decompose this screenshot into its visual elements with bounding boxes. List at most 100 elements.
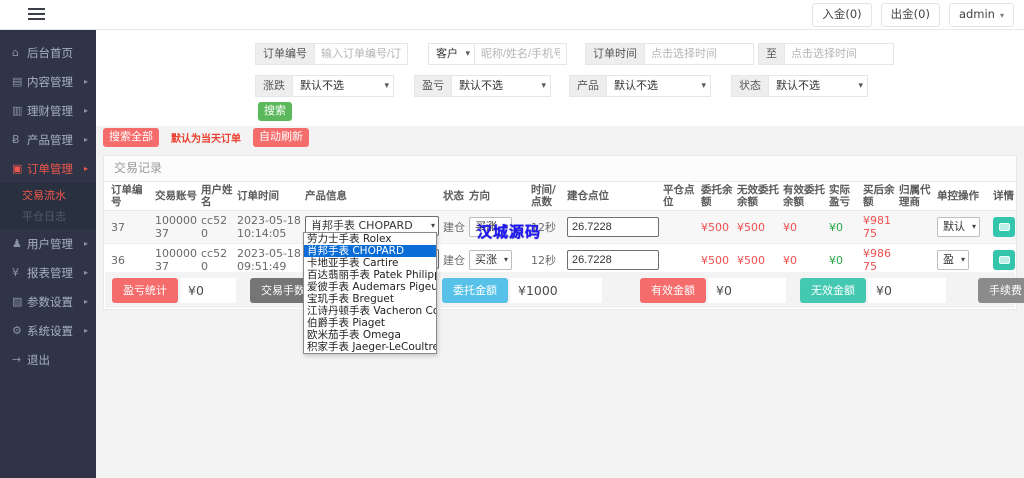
pl-total-button[interactable]: 盈亏统计 xyxy=(112,277,178,303)
sidebar-item-orders[interactable]: ▣ 订单管理 ▸ xyxy=(0,154,96,183)
chevron-right-icon: ▸ xyxy=(83,164,88,173)
product-icon: Ƀ xyxy=(12,133,20,146)
dropdown-option[interactable]: 劳力士手表 Rolex xyxy=(304,233,436,245)
order-no-filter: 订单编号 xyxy=(255,43,408,65)
dropdown-option[interactable]: 积家手表 Jaeger-LeCoultre xyxy=(304,341,436,353)
entrust-amount-button[interactable]: 委托金额 xyxy=(442,277,508,303)
params-icon: ▨ xyxy=(12,295,23,308)
product-select[interactable]: 默认不选 xyxy=(606,75,711,97)
auto-refresh-button[interactable]: 自动刷新 xyxy=(253,128,309,147)
cell-after-balance: ¥98175 xyxy=(863,214,891,240)
time-to-filter: 至 xyxy=(758,43,894,65)
sidebar-item-finance[interactable]: ▥ 理财管理 ▸ xyxy=(0,96,96,125)
pl-select[interactable]: 默认不选 xyxy=(451,75,551,97)
summary-fee: 手续费 ¥0 xyxy=(978,277,1024,303)
invalid-amount-value: ¥0 xyxy=(868,277,946,303)
cell-status: 建仓 xyxy=(443,220,465,234)
default-orders-hint: 默认为当天订单 xyxy=(171,134,241,145)
cell-duration: 12秒 xyxy=(531,253,556,267)
summary-strip: 盈亏统计 ¥0 交易手数 委托金额 ¥1000 有效金额 ¥0 无效金额 ¥0 … xyxy=(105,272,1024,308)
summary-pl-total: 盈亏统计 ¥0 xyxy=(112,277,236,303)
product-filter: 产品 默认不选 xyxy=(569,75,711,97)
sidebar-item-label: 订单管理 xyxy=(27,161,73,176)
dropdown-option[interactable]: 江诗丹顿手表 Vacheron Constantin xyxy=(304,305,436,317)
dropdown-option-selected[interactable]: 肖邦手表 CHOPARD xyxy=(304,245,436,257)
dropdown-option[interactable]: 伯爵手表 Piaget xyxy=(304,317,436,329)
sidebar-item-dashboard[interactable]: ⌂ 后台首页 xyxy=(0,38,96,67)
admin-user-menu[interactable]: admin xyxy=(948,3,1014,27)
fee-button[interactable]: 手续费 xyxy=(978,277,1024,303)
invalid-amount-button[interactable]: 无效金额 xyxy=(800,277,866,303)
sidebar-item-label: 用户管理 xyxy=(27,236,73,251)
detail-icon xyxy=(998,223,1010,231)
sidebar-item-label: 系统设置 xyxy=(27,323,73,338)
submenu-item-trade-flow[interactable]: 交易流水 xyxy=(0,185,96,206)
withdraw-button[interactable]: 出金(0) xyxy=(880,3,940,27)
sidebar-item-content[interactable]: ▤ 内容管理 ▸ xyxy=(0,67,96,96)
sidebar-item-label: 理财管理 xyxy=(27,103,73,118)
sidebar-item-label: 后台首页 xyxy=(27,45,73,60)
valid-amount-button[interactable]: 有效金额 xyxy=(640,277,706,303)
sidebar-item-label: 参数设置 xyxy=(27,294,73,309)
hamburger-menu-icon[interactable] xyxy=(28,8,45,21)
open-point-input[interactable] xyxy=(567,217,659,237)
sidebar-item-users[interactable]: ♟ 用户管理 ▸ xyxy=(0,229,96,258)
time-to-input[interactable] xyxy=(784,43,894,65)
cell-actual-pl: ¥0 xyxy=(829,220,843,234)
dropdown-option[interactable]: 爱彼手表 Audemars Pigeut xyxy=(304,281,436,293)
control-select[interactable]: 默认 xyxy=(937,217,980,237)
chevron-right-icon: ▸ xyxy=(83,135,88,144)
chevron-right-icon: ▸ xyxy=(83,297,88,306)
updown-filter: 涨跌 默认不选 xyxy=(255,75,394,97)
sidebar-item-params[interactable]: ▨ 参数设置 ▸ xyxy=(0,287,96,316)
dropdown-option[interactable]: 宝玑手表 Breguet xyxy=(304,293,436,305)
top-bar: 入金(0) 出金(0) admin xyxy=(0,0,1024,30)
order-no-input[interactable] xyxy=(314,43,408,65)
search-button[interactable]: 搜索 xyxy=(258,102,292,121)
product-label: 产品 xyxy=(569,75,606,97)
detail-button[interactable] xyxy=(993,217,1015,237)
direction-select[interactable]: 买涨 xyxy=(469,250,512,270)
cell-after-balance: ¥98675 xyxy=(863,247,891,273)
dropdown-option[interactable]: 欧米茄手表 Omega xyxy=(304,329,436,341)
logout-icon: → xyxy=(12,353,22,366)
sidebar-item-reports[interactable]: ¥ 报表管理 ▸ xyxy=(0,258,96,287)
summary-valid-amount: 有效金额 ¥0 xyxy=(640,277,786,303)
sidebar-item-logout[interactable]: → 退出 xyxy=(0,345,96,374)
cell-valid-entrust: ¥0 xyxy=(783,253,797,267)
user-icon: ♟ xyxy=(12,237,22,250)
time-from-input[interactable] xyxy=(644,43,754,65)
status-select[interactable]: 默认不选 xyxy=(768,75,868,97)
order-time-filter: 订单时间 xyxy=(585,43,754,65)
sidebar-item-label: 报表管理 xyxy=(27,265,73,280)
cell-order-no: 36 xyxy=(111,253,125,267)
dropdown-option[interactable]: 百达翡丽手表 Patek Philippe xyxy=(304,269,436,281)
submenu-item-close-log[interactable]: 平仓日志 xyxy=(0,206,96,227)
cell-status: 建仓 xyxy=(443,253,465,267)
detail-button[interactable] xyxy=(993,250,1015,270)
sidebar-item-label: 退出 xyxy=(27,352,50,367)
sidebar-item-product[interactable]: Ƀ 产品管理 ▸ xyxy=(0,125,96,154)
content-icon: ▤ xyxy=(12,75,23,88)
order-icon: ▣ xyxy=(12,162,23,175)
cell-account: 10000037 xyxy=(155,214,197,240)
pl-label: 盈亏 xyxy=(414,75,451,97)
search-all-button[interactable]: 搜索全部 xyxy=(103,128,159,147)
cell-agent xyxy=(899,225,937,229)
cell-username: cc520 xyxy=(201,247,228,273)
dropdown-option[interactable]: 卡地亚手表 Cartire xyxy=(304,257,436,269)
cell-entrust: ¥500 xyxy=(701,220,729,234)
entrust-amount-value: ¥1000 xyxy=(510,277,602,303)
cell-entrust: ¥500 xyxy=(701,253,729,267)
control-select[interactable]: 盈 xyxy=(937,250,969,270)
cell-order-time: 2023-05-18 10:14:05 xyxy=(237,214,301,240)
sidebar-item-label: 产品管理 xyxy=(27,132,73,147)
cell-account: 10000037 xyxy=(155,247,197,273)
customer-input[interactable] xyxy=(475,43,567,65)
chevron-right-icon: ▸ xyxy=(83,77,88,86)
open-point-input[interactable] xyxy=(567,250,659,270)
customer-type-select[interactable]: 客户 xyxy=(428,43,475,65)
updown-select[interactable]: 默认不选 xyxy=(292,75,394,97)
sidebar-item-system[interactable]: ⚙ 系统设置 ▸ xyxy=(0,316,96,345)
deposit-button[interactable]: 入金(0) xyxy=(812,3,872,27)
